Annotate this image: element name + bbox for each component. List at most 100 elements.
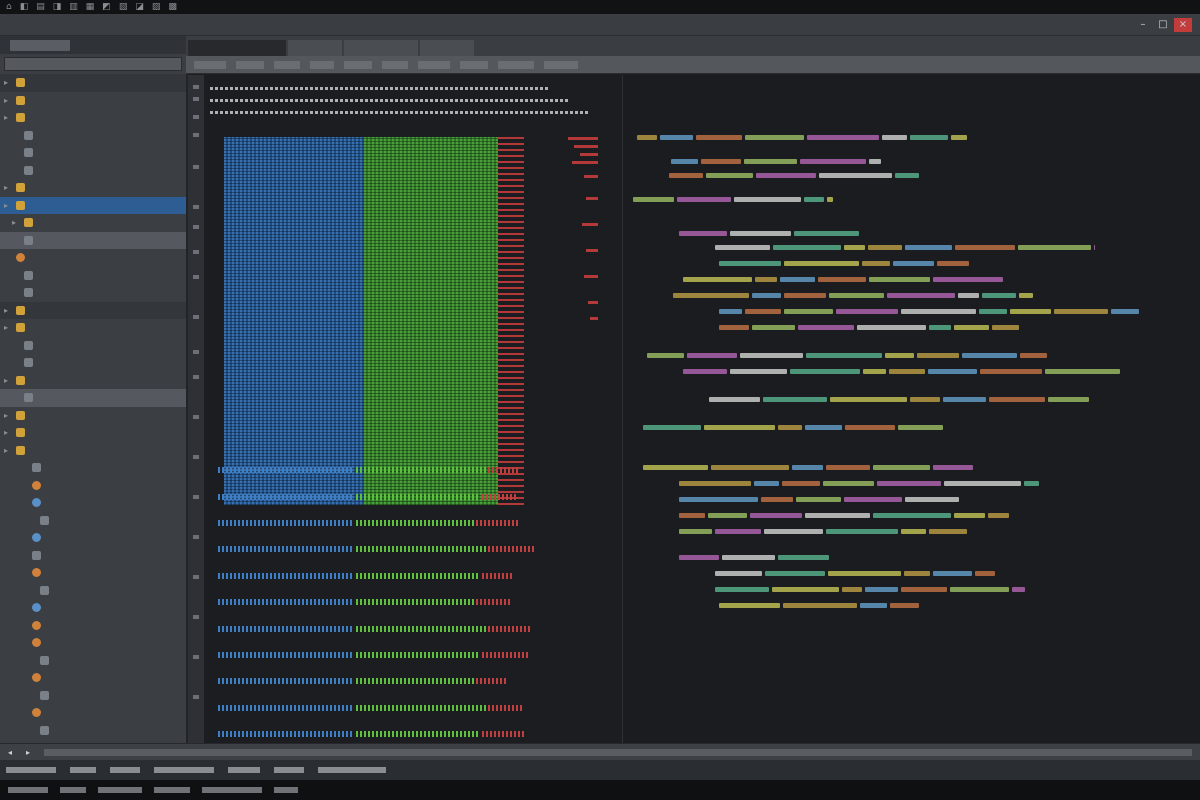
tree-item[interactable] xyxy=(0,389,186,407)
menu-icon[interactable]: ▥ xyxy=(69,2,78,12)
tree-folder[interactable]: ▸ xyxy=(0,372,186,390)
code-line[interactable] xyxy=(715,567,998,579)
tree-item[interactable] xyxy=(0,354,186,372)
tree-item[interactable] xyxy=(0,337,186,355)
editor-tab[interactable] xyxy=(188,40,286,56)
tree-folder[interactable]: ▸ xyxy=(0,424,186,442)
explorer-filter-input[interactable] xyxy=(4,57,182,71)
code-line[interactable] xyxy=(679,551,832,563)
expand-arrow-icon[interactable]: ▸ xyxy=(4,183,12,192)
code-line[interactable] xyxy=(679,493,962,505)
scroll-left-icon[interactable]: ◂ xyxy=(4,747,16,757)
code-line[interactable] xyxy=(679,525,970,537)
close-icon[interactable]: × xyxy=(1174,17,1192,32)
expand-arrow-icon[interactable]: ▸ xyxy=(4,411,12,420)
menu-icon[interactable]: ◪ xyxy=(135,2,144,12)
tree-folder[interactable]: ▸ xyxy=(0,196,186,214)
tree-folder[interactable]: ▸ xyxy=(0,74,186,92)
code-line[interactable] xyxy=(719,257,972,269)
tree-item[interactable] xyxy=(0,459,186,477)
taskbar-item[interactable] xyxy=(274,787,298,793)
code-line[interactable] xyxy=(671,155,884,167)
editor-tab[interactable] xyxy=(420,40,474,56)
menu-icon[interactable]: ◩ xyxy=(102,2,111,12)
editor-tab[interactable] xyxy=(288,40,342,56)
editor-tab[interactable] xyxy=(344,40,418,56)
code-line[interactable] xyxy=(637,131,970,143)
tree-item[interactable] xyxy=(0,231,186,249)
code-editor-pane[interactable] xyxy=(622,75,1200,743)
code-line[interactable] xyxy=(683,365,1123,377)
tree-folder[interactable]: ▸ xyxy=(0,179,186,197)
horizontal-scroll-track[interactable] xyxy=(44,748,1192,756)
expand-arrow-icon[interactable]: ▸ xyxy=(4,96,12,105)
tree-item[interactable] xyxy=(0,722,186,740)
panel-tab[interactable] xyxy=(154,767,214,773)
code-line[interactable] xyxy=(679,509,1012,521)
code-line[interactable] xyxy=(719,305,1142,317)
tree-item[interactable] xyxy=(0,652,186,670)
toolbar-button[interactable] xyxy=(460,60,488,69)
code-line[interactable] xyxy=(719,321,1022,333)
expand-arrow-icon[interactable]: ▸ xyxy=(4,113,12,122)
panel-tab[interactable] xyxy=(6,767,56,773)
tree-folder[interactable]: ▸ xyxy=(0,442,186,460)
code-line[interactable] xyxy=(679,227,862,239)
tree-folder[interactable]: ▸ xyxy=(0,92,186,110)
code-line[interactable] xyxy=(633,193,836,205)
panel-tab[interactable] xyxy=(274,767,304,773)
tree-item[interactable] xyxy=(0,144,186,162)
code-line[interactable] xyxy=(669,169,922,181)
tree-item[interactable] xyxy=(0,704,186,722)
toolbar-button[interactable] xyxy=(310,60,334,69)
expand-arrow-icon[interactable]: ▸ xyxy=(4,201,12,210)
toolbar-button[interactable] xyxy=(382,60,408,69)
expand-arrow-icon[interactable]: ▸ xyxy=(4,428,12,437)
menu-icon[interactable]: ◨ xyxy=(53,2,62,12)
tree-item[interactable] xyxy=(0,127,186,145)
tree-item[interactable] xyxy=(0,599,186,617)
menu-icon[interactable]: ▦ xyxy=(86,2,95,12)
tree-item[interactable] xyxy=(0,249,186,267)
panel-tab[interactable] xyxy=(70,767,96,773)
tree-folder[interactable]: ▸ xyxy=(0,214,186,232)
expand-arrow-icon[interactable]: ▸ xyxy=(4,323,12,332)
expand-arrow-icon[interactable]: ▸ xyxy=(4,376,12,385)
scroll-right-icon[interactable]: ▸ xyxy=(22,747,34,757)
menu-icon[interactable]: ▩ xyxy=(168,2,177,12)
data-view-pane[interactable] xyxy=(188,75,621,743)
code-line[interactable] xyxy=(679,477,1042,489)
taskbar-item[interactable] xyxy=(8,787,48,793)
toolbar-button[interactable] xyxy=(274,60,300,69)
tree-item[interactable] xyxy=(0,617,186,635)
code-line[interactable] xyxy=(647,349,1050,361)
menu-icon[interactable]: ⌂ xyxy=(6,2,12,12)
tree-folder[interactable]: ▸ xyxy=(0,301,186,319)
toolbar-button[interactable] xyxy=(344,60,372,69)
code-line[interactable] xyxy=(715,241,1098,253)
menu-icon[interactable]: ▧ xyxy=(119,2,128,12)
code-line[interactable] xyxy=(719,599,922,611)
code-line[interactable] xyxy=(643,461,976,473)
taskbar-item[interactable] xyxy=(98,787,142,793)
toolbar-button[interactable] xyxy=(236,60,264,69)
tree-item[interactable] xyxy=(0,512,186,530)
panel-tab[interactable] xyxy=(110,767,140,773)
tree-folder[interactable]: ▸ xyxy=(0,109,186,127)
expand-arrow-icon[interactable]: ▸ xyxy=(4,306,12,315)
tree-item[interactable] xyxy=(0,494,186,512)
tree-item[interactable] xyxy=(0,267,186,285)
toolbar-button[interactable] xyxy=(194,60,226,69)
tree-item[interactable] xyxy=(0,162,186,180)
expand-arrow-icon[interactable]: ▸ xyxy=(4,446,12,455)
toolbar-button[interactable] xyxy=(418,60,450,69)
tree-item[interactable] xyxy=(0,529,186,547)
tree-item[interactable] xyxy=(0,284,186,302)
code-line[interactable] xyxy=(643,421,946,433)
tree-item[interactable] xyxy=(0,687,186,705)
tree-item[interactable] xyxy=(0,582,186,600)
tree-item[interactable] xyxy=(0,477,186,495)
code-line[interactable] xyxy=(673,289,1036,301)
tree-item[interactable] xyxy=(0,669,186,687)
tree-item[interactable] xyxy=(0,547,186,565)
